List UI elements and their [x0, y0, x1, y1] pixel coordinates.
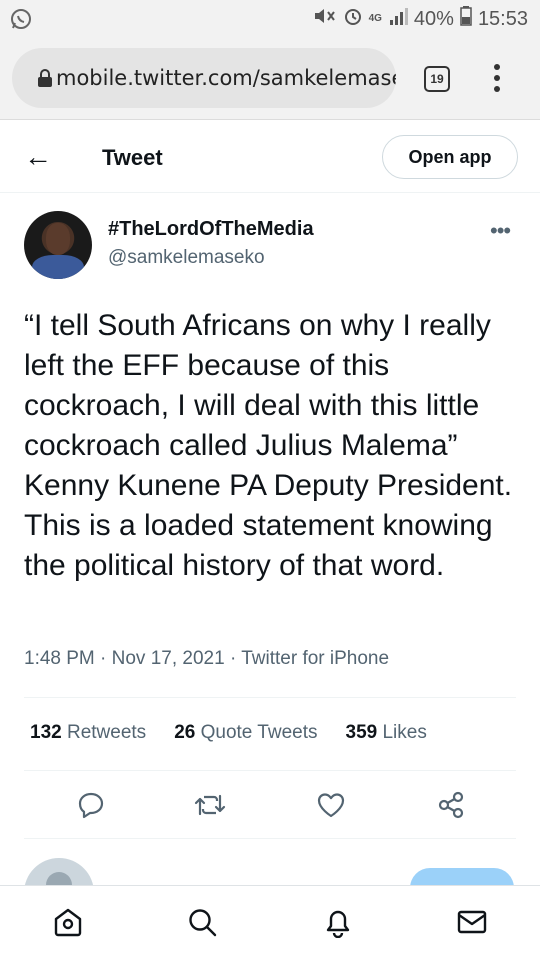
divider: [24, 838, 516, 839]
tweet-text: “I tell South Africans on why I really l…: [24, 309, 513, 582]
reply-composer: [0, 850, 540, 886]
author-handle[interactable]: @samkelemaseko: [108, 247, 265, 269]
browser-toolbar: mobile.twitter.com/samkelemaseko 19: [0, 38, 540, 120]
back-arrow-icon[interactable]: ←: [24, 143, 52, 171]
bottom-navigation: [0, 885, 540, 960]
reply-icon[interactable]: [76, 790, 106, 820]
whatsapp-icon: [10, 8, 32, 35]
page-title: Tweet: [102, 145, 163, 170]
likes-stat[interactable]: 359 Likes: [346, 722, 427, 744]
mute-icon: [313, 6, 337, 32]
tweet-actions: [0, 782, 540, 828]
battery-level: 40%: [413, 7, 454, 30]
more-options-icon[interactable]: •••: [490, 218, 511, 244]
avatar[interactable]: [24, 211, 92, 279]
tweet-metadata: 1:48 PM · Nov 17, 2021 · Twitter for iPh…: [24, 648, 390, 669]
divider: [24, 697, 516, 698]
retweets-stat[interactable]: 132 Retweets: [30, 722, 146, 744]
network-type: 4G: [368, 13, 382, 24]
alarm-icon: [343, 6, 363, 32]
retweet-icon[interactable]: [194, 790, 226, 820]
author-display-name[interactable]: #TheLordOfTheMedia: [108, 218, 314, 241]
divider: [24, 770, 516, 771]
engagement-stats: 132 Retweets 26 Quote Tweets 359 Likes: [30, 722, 427, 744]
user-avatar: [24, 858, 94, 886]
tab-switcher-button[interactable]: 19: [424, 66, 450, 92]
home-icon[interactable]: [52, 906, 84, 938]
url-text: mobile.twitter.com/samkelemaseko: [56, 66, 396, 90]
browser-menu-icon[interactable]: [494, 64, 500, 94]
quote-tweets-stat[interactable]: 26 Quote Tweets: [174, 722, 317, 744]
search-icon[interactable]: [186, 906, 218, 938]
open-app-button[interactable]: Open app: [382, 135, 518, 179]
page-header: ← Tweet Open app: [0, 121, 540, 193]
like-icon[interactable]: [316, 790, 346, 820]
battery-icon: [460, 6, 472, 32]
messages-icon[interactable]: [456, 906, 488, 938]
notifications-icon[interactable]: [322, 906, 354, 939]
address-bar[interactable]: mobile.twitter.com/samkelemaseko: [12, 48, 396, 108]
reply-button[interactable]: [410, 868, 514, 886]
clock: 15:53: [477, 7, 528, 30]
share-icon[interactable]: [436, 790, 466, 820]
status-bar: 4G 40% 15:53: [0, 0, 540, 38]
signal-icon: [388, 6, 408, 32]
